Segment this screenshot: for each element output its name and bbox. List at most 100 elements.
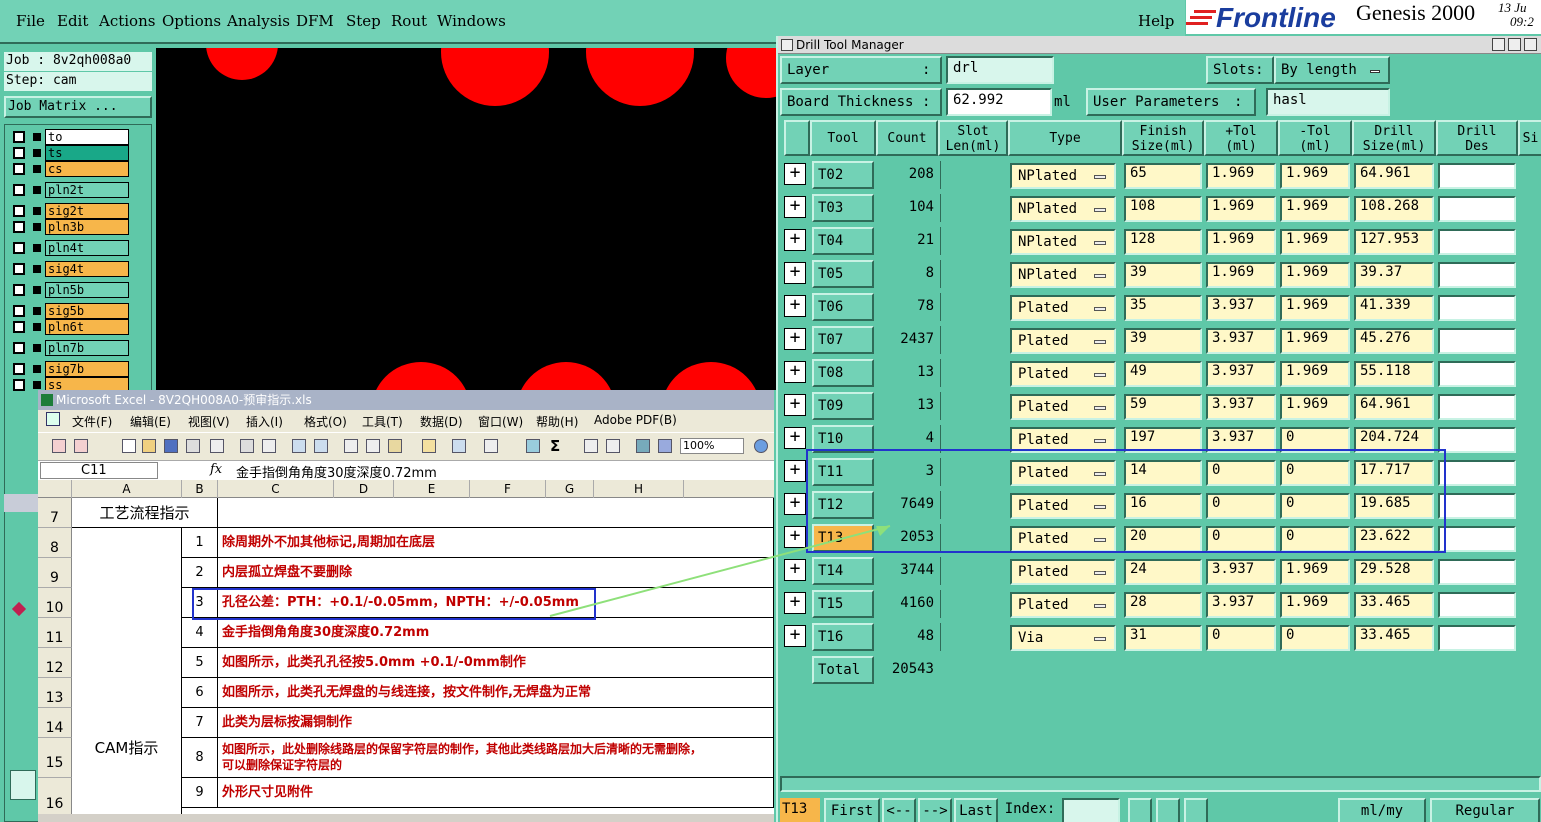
open-icon[interactable]: [142, 439, 156, 453]
drill-size-input[interactable]: 64.961: [1354, 394, 1434, 420]
layer-checkbox[interactable]: [13, 205, 25, 217]
drill-des-input[interactable]: [1438, 460, 1516, 486]
chart-wizard-icon[interactable]: [636, 439, 650, 453]
minus-tol-input[interactable]: 1.969: [1280, 163, 1350, 189]
expand-icon[interactable]: +: [784, 493, 806, 515]
expand-icon[interactable]: +: [784, 625, 806, 647]
layer-checkbox[interactable]: [13, 147, 25, 159]
plus-tol-input[interactable]: 1.969: [1206, 229, 1276, 255]
drawing-icon[interactable]: [658, 439, 672, 453]
formula-input[interactable]: 金手指倒角角度30度深度0.72mm: [236, 462, 437, 481]
expand-icon[interactable]: +: [784, 328, 806, 350]
menu-step[interactable]: Step: [346, 12, 381, 30]
row-header[interactable]: 10: [38, 588, 72, 618]
sort-asc-icon[interactable]: [584, 439, 598, 453]
minus-tol-input[interactable]: 1.969: [1280, 295, 1350, 321]
job-matrix-button[interactable]: Job Matrix ...: [4, 96, 152, 118]
layer-row[interactable]: to: [11, 129, 129, 145]
redo-icon[interactable]: [484, 439, 498, 453]
minus-tol-input[interactable]: 1.969: [1280, 592, 1350, 618]
drill-des-input[interactable]: [1438, 427, 1516, 453]
drill-des-input[interactable]: [1438, 526, 1516, 552]
finish-size-input[interactable]: 35: [1124, 295, 1202, 321]
excel-menu-adobe[interactable]: Adobe PDF(B): [594, 413, 677, 427]
drill-des-input[interactable]: [1438, 559, 1516, 585]
next-button[interactable]: -->: [918, 798, 952, 822]
plus-tol-input[interactable]: 1.969: [1206, 196, 1276, 222]
drill-des-input[interactable]: [1438, 262, 1516, 288]
column-header[interactable]: F: [470, 480, 546, 498]
row-header[interactable]: 14: [38, 708, 72, 738]
pdf-mail-icon[interactable]: [74, 439, 88, 453]
plus-tol-input[interactable]: 3.937: [1206, 328, 1276, 354]
hyperlink-icon[interactable]: [526, 439, 540, 453]
drill-des-input[interactable]: [1438, 295, 1516, 321]
item-text[interactable]: 外形尺寸见附件: [218, 778, 774, 808]
layer-row[interactable]: sig4t: [11, 261, 129, 277]
function-icon[interactable]: fx: [210, 462, 222, 477]
email-icon[interactable]: [210, 439, 224, 453]
finish-size-input[interactable]: 59: [1124, 394, 1202, 420]
layer-checkbox[interactable]: [13, 163, 25, 175]
minus-tol-input[interactable]: 1.969: [1280, 229, 1350, 255]
print-icon[interactable]: [240, 439, 254, 453]
minus-tol-input[interactable]: 0: [1280, 625, 1350, 651]
layer-checkbox[interactable]: [13, 342, 25, 354]
process-header-cell[interactable]: 工艺流程指示: [72, 498, 218, 528]
select-all-corner[interactable]: [38, 480, 72, 498]
layer-row[interactable]: sig5b: [11, 303, 129, 319]
finish-size-input[interactable]: 39: [1124, 328, 1202, 354]
type-select[interactable]: NPlated: [1010, 262, 1116, 288]
tool-button[interactable]: T08: [812, 359, 874, 387]
type-select[interactable]: Plated: [1010, 295, 1116, 321]
minus-tol-input[interactable]: 1.969: [1280, 262, 1350, 288]
menu-help[interactable]: Help: [1138, 12, 1174, 30]
row-header[interactable]: 11: [38, 618, 72, 648]
plus-tol-input[interactable]: 3.937: [1206, 592, 1276, 618]
zoom-select[interactable]: 100%: [680, 438, 744, 454]
layer-checkbox[interactable]: [13, 263, 25, 275]
column-header[interactable]: A: [72, 480, 182, 498]
item-text[interactable]: 此类为层标按漏铜制作: [218, 708, 774, 738]
user-parameters-input[interactable]: hasl: [1266, 88, 1390, 116]
excel-doc-icon[interactable]: [46, 412, 60, 426]
expand-icon[interactable]: +: [784, 196, 806, 218]
menu-options[interactable]: Options: [162, 12, 221, 30]
type-select[interactable]: Plated: [1010, 361, 1116, 387]
type-select[interactable]: Via: [1010, 625, 1116, 651]
menu-file[interactable]: File: [16, 12, 45, 30]
spelling-icon[interactable]: [292, 439, 306, 453]
help-icon[interactable]: [754, 439, 768, 453]
minus-tol-input[interactable]: 1.969: [1280, 361, 1350, 387]
menu-dfm[interactable]: DFM: [296, 12, 334, 30]
plus-tol-input[interactable]: 3.937: [1206, 295, 1276, 321]
plus-tol-input[interactable]: 3.937: [1206, 559, 1276, 585]
minimize-icon[interactable]: [1492, 38, 1505, 51]
finish-size-input[interactable]: 39: [1124, 262, 1202, 288]
item-number[interactable]: 9: [182, 778, 218, 808]
expand-icon[interactable]: +: [784, 427, 806, 449]
layer-checkbox[interactable]: [13, 321, 25, 333]
copy-icon[interactable]: [366, 439, 380, 453]
layer-row[interactable]: pln6t: [11, 319, 129, 335]
layer-row[interactable]: pln5b: [11, 282, 129, 298]
menu-windows[interactable]: Windows: [437, 12, 506, 30]
finish-size-input[interactable]: 28: [1124, 592, 1202, 618]
print-preview-icon[interactable]: [262, 439, 276, 453]
item-number[interactable]: 7: [182, 708, 218, 738]
layer-input[interactable]: drl: [946, 56, 1054, 84]
excel-menu-format[interactable]: 格式(O): [304, 413, 347, 430]
row-header[interactable]: 8: [38, 528, 72, 558]
drill-size-input[interactable]: 33.465: [1354, 625, 1434, 651]
menu-rout[interactable]: Rout: [391, 12, 427, 30]
excel-menu-edit[interactable]: 编辑(E): [130, 413, 171, 430]
board-thickness-input[interactable]: 62.992: [946, 88, 1052, 116]
format-painter-icon[interactable]: [422, 439, 436, 453]
item-text[interactable]: 金手指倒角角度30度深度0.72mm: [218, 618, 774, 648]
minus-tol-input[interactable]: 1.969: [1280, 394, 1350, 420]
menu-edit[interactable]: Edit: [57, 12, 88, 30]
tool-button[interactable]: T03: [812, 194, 874, 222]
excel-menu-data[interactable]: 数据(D): [420, 413, 463, 430]
drill-des-input[interactable]: [1438, 625, 1516, 651]
layer-row[interactable]: sig2t: [11, 203, 129, 219]
